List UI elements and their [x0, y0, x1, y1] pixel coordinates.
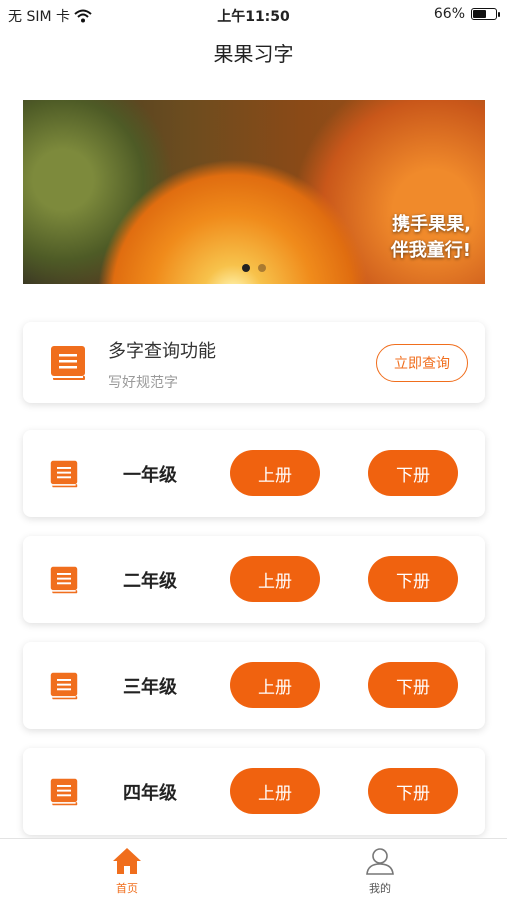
grade-2-lower-button[interactable]: 下册 — [368, 556, 458, 602]
page-title: 果果习字 — [213, 42, 294, 66]
grade-card-3: 三年级 上册 下册 — [23, 642, 485, 729]
tab-mine-label: 我的 — [369, 882, 391, 895]
user-icon — [366, 848, 394, 875]
book-icon — [50, 460, 78, 488]
grade-label: 四年级 — [123, 783, 177, 804]
battery-fill — [473, 10, 486, 18]
grade-2-upper-button[interactable]: 上册 — [230, 556, 320, 602]
tab-home[interactable]: 首页 — [97, 847, 157, 896]
grade-card-2: 二年级 上册 下册 — [23, 536, 485, 623]
tab-bar: 首页 我的 — [0, 838, 507, 901]
grade-4-lower-button[interactable]: 下册 — [368, 768, 458, 814]
banner-slogan: 携手果果, 伴我童行! — [391, 212, 471, 264]
banner-slogan-line1: 携手果果, — [392, 214, 471, 235]
status-bar: 无 SIM 卡 上午11:50 66% — [0, 0, 507, 30]
search-card-subtitle: 写好规范字 — [108, 375, 178, 391]
grade-4-upper-button[interactable]: 上册 — [230, 768, 320, 814]
banner-carousel[interactable]: 携手果果, 伴我童行! — [23, 100, 485, 284]
multi-char-search-card[interactable]: 多字查询功能 写好规范字 立即查询 — [23, 322, 485, 403]
grade-label: 三年级 — [123, 677, 177, 698]
tab-mine[interactable]: 我的 — [350, 847, 410, 896]
carousel-dot-1[interactable] — [242, 264, 250, 272]
grade-3-upper-button[interactable]: 上册 — [230, 662, 320, 708]
banner-slogan-line2: 伴我童行! — [390, 240, 471, 261]
grade-label: 一年级 — [123, 465, 177, 486]
carousel-dot-2[interactable] — [258, 264, 266, 272]
home-icon — [113, 848, 141, 874]
grade-card-4: 四年级 上册 下册 — [23, 748, 485, 835]
grade-1-upper-button[interactable]: 上册 — [230, 450, 320, 496]
query-now-button[interactable]: 立即查询 — [376, 344, 468, 382]
battery-percent: 66% — [433, 6, 465, 22]
grade-3-lower-button[interactable]: 下册 — [368, 662, 458, 708]
book-icon — [50, 566, 78, 594]
grade-1-lower-button[interactable]: 下册 — [368, 450, 458, 496]
carousel-dots — [23, 264, 485, 272]
book-icon — [50, 672, 78, 700]
book-icon — [51, 346, 85, 380]
status-time: 上午11:50 — [217, 9, 290, 25]
grade-card-1: 一年级 上册 下册 — [23, 430, 485, 517]
status-right: 66% — [433, 6, 500, 22]
book-icon — [50, 778, 78, 806]
tab-home-label: 首页 — [116, 882, 138, 895]
battery-icon — [471, 8, 500, 20]
search-card-title: 多字查询功能 — [108, 341, 216, 362]
grade-label: 二年级 — [123, 571, 177, 592]
